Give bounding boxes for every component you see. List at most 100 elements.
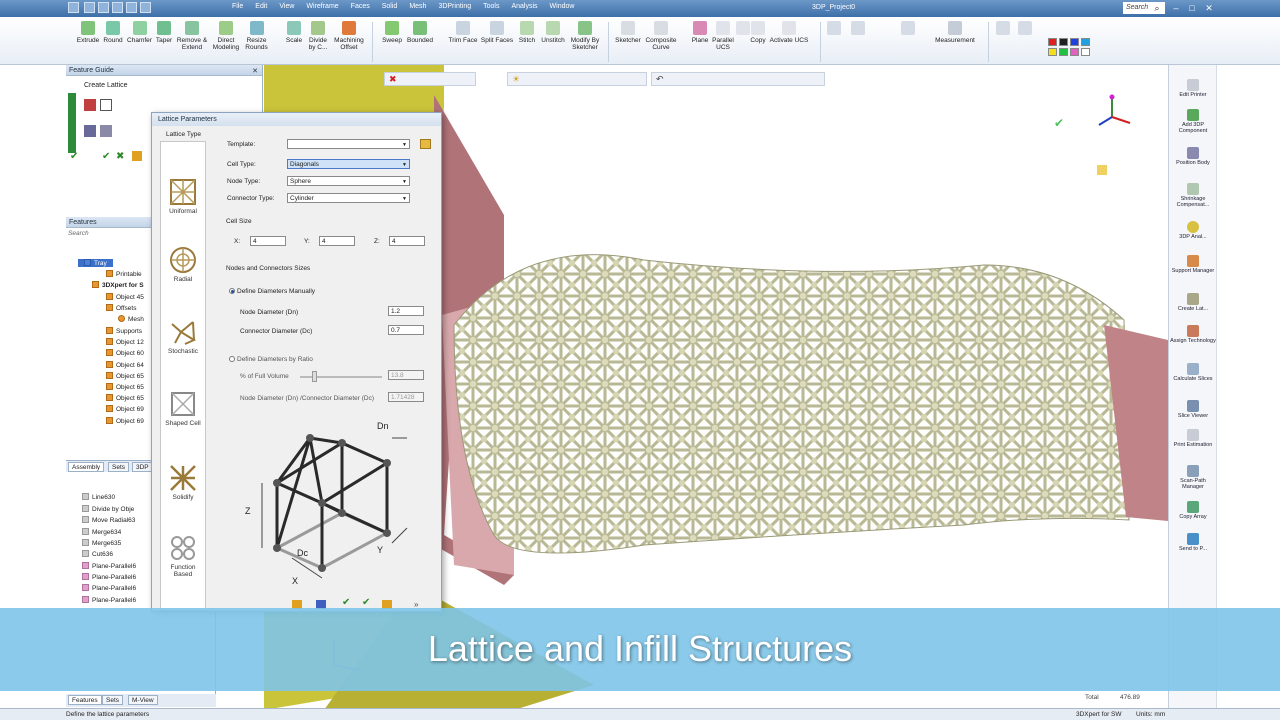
cell-size-y-input[interactable]: 4	[319, 236, 355, 246]
scale-button[interactable]: Scale	[284, 21, 304, 44]
cell-size-z-input[interactable]: 4	[389, 236, 425, 246]
tree-item[interactable]: Object 45	[106, 293, 144, 301]
tree-item[interactable]: Printable	[106, 270, 142, 278]
full-volume-input[interactable]: 13.8	[388, 370, 424, 380]
create-lattice-button[interactable]: Create Lat...	[1169, 293, 1217, 312]
color-swatch-blue[interactable]	[1070, 38, 1079, 46]
settings-icon[interactable]	[132, 151, 142, 161]
parallel-button[interactable]: Parallel UCS	[711, 21, 735, 51]
copy-button[interactable]: Copy	[749, 21, 767, 44]
color-swatch-white[interactable]	[1081, 48, 1090, 56]
edit-printer-button[interactable]: Edit Printer	[1169, 79, 1217, 98]
lattice-type-uniformal[interactable]: Uniformal	[161, 178, 205, 215]
optional-step-icon[interactable]	[100, 125, 112, 137]
color-swatch-black[interactable]	[1059, 38, 1068, 46]
connector-type-select[interactable]: Cylinder ▼	[287, 193, 410, 203]
lattice-type-stochastic[interactable]: Stochastic	[161, 318, 205, 355]
optional-step-icon[interactable]	[84, 125, 96, 137]
required-step-icon[interactable]	[84, 99, 96, 111]
split-faces-button[interactable]: Split Faces	[480, 21, 514, 44]
modify-by-sketcher-button[interactable]: Modify By Sketcher	[568, 21, 602, 51]
ok-button[interactable]: ✔	[342, 597, 350, 608]
tab-assembly[interactable]: Assembly	[68, 462, 105, 472]
3dp-analysis-button[interactable]: 3DP Anal...	[1169, 221, 1217, 240]
history-item[interactable]: Divide by Obje	[82, 505, 134, 513]
tab-m-view[interactable]: M-View	[128, 695, 158, 705]
history-item[interactable]: Merge635	[82, 539, 121, 547]
color-swatch-magenta[interactable]	[1070, 48, 1079, 56]
open-folder-icon[interactable]	[420, 139, 431, 149]
sketcher-button[interactable]: Sketcher	[613, 21, 643, 44]
ok-check-icon[interactable]: ✔	[102, 151, 110, 162]
history-item[interactable]: Plane-Parallel6	[82, 562, 136, 570]
tree-item[interactable]: Object 12	[106, 338, 144, 346]
cancel-selection-icon[interactable]: ✖	[389, 74, 397, 85]
menu-faces[interactable]: Faces	[351, 3, 370, 10]
assign-technology-button[interactable]: Assign Technology	[1169, 325, 1217, 344]
tree-item[interactable]: Object 69	[106, 417, 144, 425]
apply-check-icon[interactable]: ✔	[70, 151, 78, 162]
scan-path-manager-button[interactable]: Scan-Path Manager	[1169, 465, 1217, 490]
save-icon[interactable]	[84, 2, 95, 13]
calculate-slices-button[interactable]: Calculate Slices	[1169, 363, 1217, 382]
machining-offset-button[interactable]: Machining Offset	[332, 21, 366, 51]
tree-item-tray[interactable]: Tray	[78, 259, 113, 267]
cell-type-select[interactable]: Diagonals ▼	[287, 159, 410, 169]
slider-thumb[interactable]	[312, 371, 317, 382]
print-estimation-button[interactable]: Print Estimation	[1169, 429, 1217, 448]
shrinkage-compensation-button[interactable]: Shrinkage Compensat...	[1169, 183, 1217, 208]
undo-view-icon[interactable]: ↶	[656, 74, 664, 85]
ok-close-icon[interactable]: ✖	[116, 151, 124, 162]
connector-diameter-input[interactable]: 0.7	[388, 325, 424, 335]
extrude-button[interactable]: Extrude	[76, 21, 100, 44]
menu-view[interactable]: View	[279, 3, 294, 10]
menu-tools[interactable]: Tools	[483, 3, 499, 10]
tree-item[interactable]: Object 65	[106, 383, 144, 391]
maximize-button[interactable]: □	[1186, 2, 1198, 14]
print-icon[interactable]	[126, 2, 137, 13]
menu-solid[interactable]: Solid	[382, 3, 398, 10]
tree-item[interactable]: Supports	[106, 327, 142, 335]
measurement-button[interactable]: Measurement	[930, 21, 980, 44]
tree-item[interactable]: Object 65	[106, 394, 144, 402]
tree-item[interactable]: Object 69	[106, 405, 144, 413]
cell-size-x-input[interactable]: 4	[250, 236, 286, 246]
apply-button[interactable]: ✔	[362, 597, 370, 608]
remove-extend-button[interactable]: Remove & Extend	[176, 21, 208, 51]
node-diameter-input[interactable]: 1.2	[388, 306, 424, 316]
history-item[interactable]: Plane-Parallel6	[82, 584, 136, 592]
axis-triad[interactable]	[1098, 94, 1131, 126]
send-to-printer-button[interactable]: Send to P...	[1169, 533, 1217, 552]
activate-ucs-button[interactable]: Activate UCS	[768, 21, 810, 44]
app-menu-icon[interactable]	[68, 2, 79, 13]
support-manager-button[interactable]: Support Manager	[1169, 255, 1217, 274]
tab-sets[interactable]: Sets	[102, 695, 124, 705]
slice-viewer-button[interactable]: Slice Viewer	[1169, 400, 1217, 419]
tab-sets[interactable]: Sets	[108, 462, 130, 472]
chamfer-button[interactable]: Chamfer	[126, 21, 153, 44]
round-button[interactable]: Round	[102, 21, 124, 44]
menu-window[interactable]: Window	[550, 3, 575, 10]
light-icon[interactable]: ☀	[512, 74, 520, 85]
ratio-input[interactable]: 1.71428	[388, 392, 424, 402]
tree-item[interactable]: Object 60	[106, 349, 144, 357]
view-cube-icon[interactable]	[1097, 165, 1107, 175]
close-button[interactable]: ✕	[1203, 2, 1215, 14]
copy-array-button[interactable]: Copy Array	[1169, 501, 1217, 520]
zoom-window-button[interactable]	[1017, 21, 1033, 37]
add-3dp-component-button[interactable]: Add 3DP Component	[1169, 109, 1217, 134]
composite-curve-button[interactable]: Composite Curve	[644, 21, 678, 51]
trim-face-button[interactable]: Trim Face	[448, 21, 478, 44]
define-ratio-radio[interactable]: Define Diameters by Ratio	[229, 356, 313, 363]
menu-edit[interactable]: Edit	[255, 3, 267, 10]
tab-3dp[interactable]: 3DP	[132, 462, 153, 472]
color-swatch-yellow[interactable]	[1048, 48, 1057, 56]
tree-item[interactable]: 3DXpert for S	[92, 281, 144, 289]
bounded-button[interactable]: Bounded	[405, 21, 435, 44]
resize-rounds-button[interactable]: Resize Rounds	[243, 21, 270, 51]
required-step-icon[interactable]	[100, 99, 112, 111]
undo-icon[interactable]	[98, 2, 109, 13]
features-search-input[interactable]: Search	[68, 230, 89, 237]
panel-close-icon[interactable]: ✕	[252, 67, 258, 75]
history-item[interactable]: Cut636	[82, 550, 113, 558]
